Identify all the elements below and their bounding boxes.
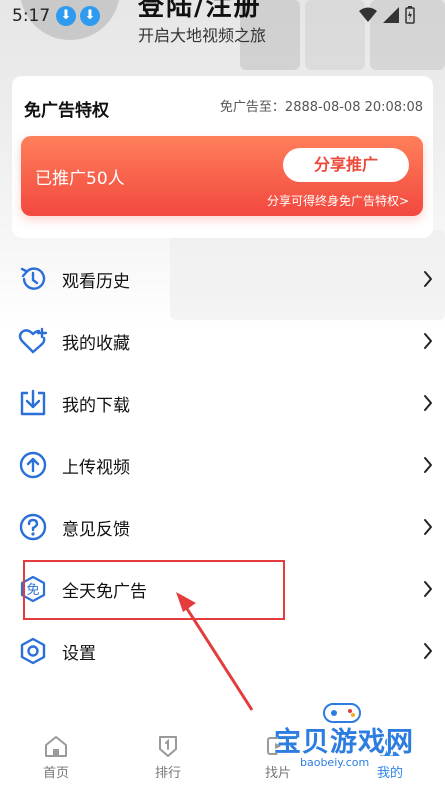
question-icon [18,512,48,542]
ad-free-privilege-card: 免广告特权 免广告至：2888-08-08 20:08:08 已推广50人 分享… [12,76,433,238]
nav-ranking[interactable]: 排行 [138,734,198,788]
privilege-title: 免广告特权 [24,101,109,121]
chevron-right-icon [424,643,432,659]
menu-item-upload[interactable]: 上传视频 [0,434,445,496]
status-time: 5:17 [12,6,51,26]
chevron-right-icon [424,457,432,473]
chevron-right-icon [424,271,432,287]
download-notification-icon: ⬇ [80,6,100,26]
chevron-right-icon [424,395,432,411]
annotation-highlight-box [23,560,285,620]
signal-icon [383,7,399,23]
status-bar: 5:17 ⬇ ⬇ [0,0,445,30]
site-watermark: 宝贝游戏网 baobeiy.com [262,700,422,770]
nav-home[interactable]: 首页 [26,734,86,788]
wifi-icon [359,7,377,22]
menu-label-upload: 上传视频 [62,458,130,478]
menu-item-favorites[interactable]: 我的收藏 [0,310,445,372]
menu-label-downloads: 我的下载 [62,396,130,416]
chevron-right-icon [424,333,432,349]
share-promote-button[interactable]: 分享推广 [283,148,409,182]
menu-item-feedback[interactable]: 意见反馈 [0,496,445,558]
nav-label-ranking: 排行 [154,766,181,781]
menu-item-history[interactable]: 观看历史 [0,248,445,310]
home-icon [45,736,67,757]
menu-label-favorites: 我的收藏 [62,334,130,354]
menu-label-feedback: 意见反馈 [62,520,130,540]
settings-icon [18,636,48,666]
menu-label-settings: 设置 [62,644,96,664]
chevron-right-icon [424,519,432,535]
menu-label-history: 观看历史 [62,272,130,292]
chevron-right-icon [424,581,432,597]
promoted-count: 已推广50人 [35,169,125,189]
upload-icon [18,450,48,480]
nav-label-home: 首页 [42,766,69,781]
heart-plus-icon [18,326,48,356]
history-icon [18,264,48,294]
watermark-url: baobeiy.com [300,756,370,769]
promotion-banner: 已推广50人 分享推广 分享可得终身免广告特权> [21,136,423,216]
menu-item-settings[interactable]: 设置 [0,620,445,682]
menu-item-downloads[interactable]: 我的下载 [0,372,445,434]
watermark-text: 宝贝游戏网 [274,727,414,758]
ranking-icon [159,736,177,757]
download-icon [18,388,48,418]
download-notification-icon: ⬇ [56,6,76,26]
privilege-expire-date: 免广告至：2888-08-08 20:08:08 [219,100,423,115]
promotion-hint-link[interactable]: 分享可得终身免广告特权> [267,192,409,209]
battery-icon [405,6,415,24]
